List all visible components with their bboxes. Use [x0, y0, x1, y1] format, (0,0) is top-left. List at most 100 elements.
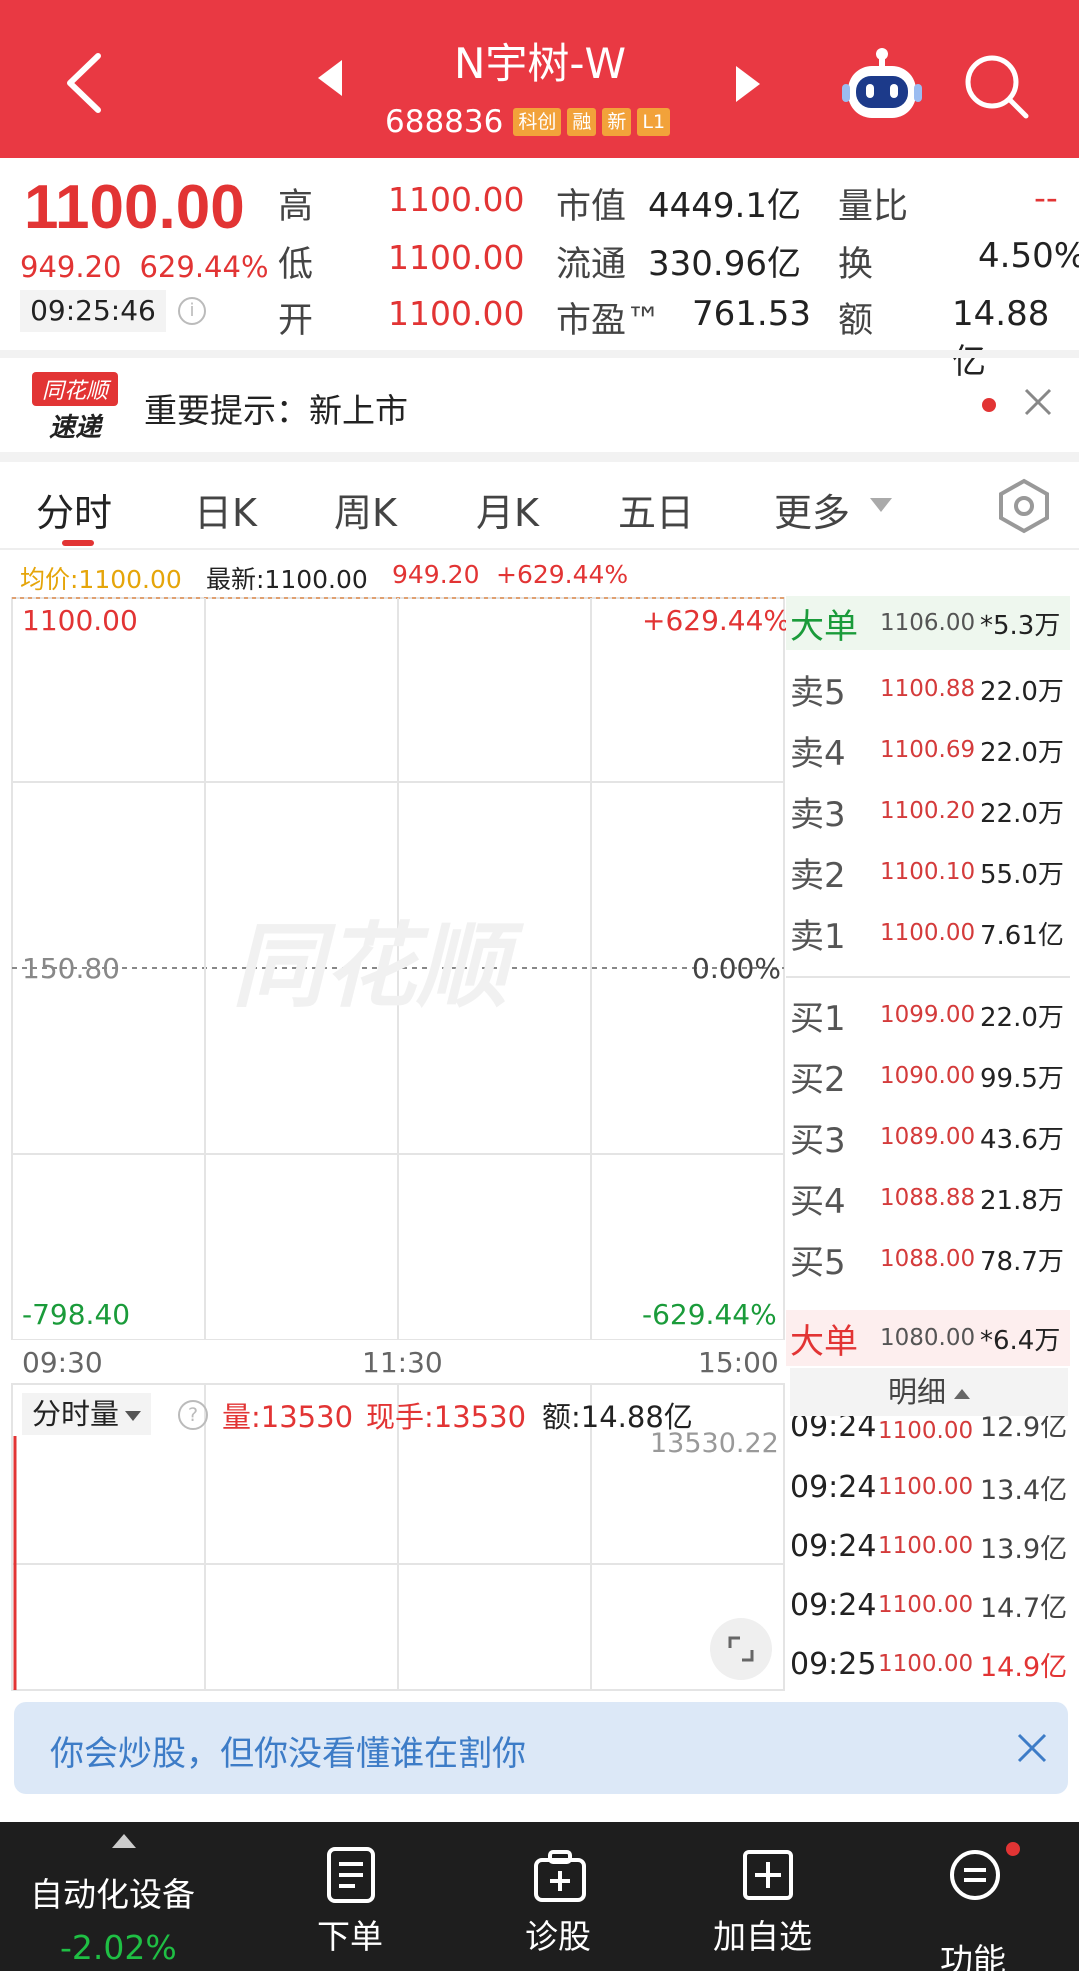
expand-up-icon[interactable] — [112, 1834, 136, 1848]
ask-label: 卖5 — [790, 672, 846, 713]
bid-vol: 78.7万 — [980, 1246, 1064, 1277]
y-right-tick-mid: 0.00% — [692, 952, 781, 985]
big-order-vol: *6.4万 — [980, 1325, 1061, 1356]
diagnose-briefcase-icon — [534, 1850, 586, 1902]
bid-row-2[interactable]: 买2 1090.00 99.5万 — [790, 1049, 1070, 1103]
expand-icon[interactable] — [710, 1618, 772, 1680]
tick-row[interactable]: 09:25 1100.00 14.9亿 — [790, 1635, 1070, 1693]
big-order-label: 大单 — [790, 1321, 858, 1362]
ai-robot-icon[interactable] — [842, 46, 922, 122]
ask-label: 卖2 — [790, 855, 846, 896]
quote-time: 09:25:46 — [20, 290, 166, 332]
tick-row[interactable]: 09:24 1100.00 13.4亿 — [790, 1458, 1070, 1516]
bid-row-5[interactable]: 买5 1088.00 78.7万 — [790, 1232, 1070, 1286]
ask-row-3[interactable]: 卖3 1100.20 22.0万 — [790, 784, 1070, 838]
current-price: 1100.00 — [24, 173, 245, 242]
info-icon[interactable]: i — [178, 297, 206, 325]
tab-daily-k[interactable]: 日K — [194, 482, 257, 537]
tab-five-day[interactable]: 五日 — [618, 482, 694, 537]
add-square-icon — [743, 1850, 793, 1900]
stock-code-row: 688836 科创 融 新 L1 — [385, 102, 671, 142]
big-order-price: 1080.00 — [880, 1325, 976, 1351]
stock-title: N宇树-W — [453, 39, 627, 88]
sector-name[interactable]: 自动化设备 — [30, 1868, 195, 1916]
promo-text[interactable]: 你会炒股，但你没看懂谁在割你 — [50, 1726, 526, 1775]
tick-amount: 14.9亿 — [980, 1651, 1068, 1683]
tab-more[interactable]: 更多 — [774, 482, 850, 537]
label-float-cap: 流通 — [556, 245, 627, 285]
tick-price: 1100.00 — [878, 1651, 974, 1677]
volume-indicator-dropdown[interactable]: 分时量 — [22, 1393, 152, 1435]
tick-price: 1100.00 — [878, 1533, 974, 1559]
tab-divider — [0, 548, 1079, 550]
ask-row-1[interactable]: 卖1 1100.00 7.61亿 — [790, 906, 1070, 960]
bid-label: 买1 — [790, 998, 846, 1039]
bid-price: 1088.88 — [880, 1185, 976, 1211]
bottom-toolbar: 自动化设备 -2.02% 下单 诊股 加自选 功能 — [0, 1822, 1079, 1971]
diagnose-button[interactable]: 诊股 — [508, 1822, 612, 1971]
ask-row-5[interactable]: 卖5 1100.88 22.0万 — [790, 662, 1070, 716]
ask-label: 卖3 — [790, 794, 846, 835]
section-divider — [0, 452, 1079, 462]
label-pe-ttm: 市盈™ — [556, 301, 662, 341]
big-order-price: 1106.00 — [880, 610, 976, 636]
bid-vol: 21.8万 — [980, 1185, 1064, 1216]
big-order-top[interactable]: 大单 1106.00 *5.3万 — [790, 596, 1070, 650]
search-icon[interactable] — [962, 52, 1032, 122]
bid-price: 1099.00 — [880, 1002, 976, 1028]
details-header[interactable]: 明细 — [790, 1368, 1068, 1416]
y-tick-bottom: -798.40 — [22, 1298, 131, 1331]
next-stock-arrow-icon[interactable] — [736, 66, 760, 102]
tag-new: 新 — [602, 108, 632, 136]
bid-price: 1089.00 — [880, 1124, 976, 1150]
price-change-row: 949.20 629.44% — [20, 250, 269, 284]
bid-price: 1088.00 — [880, 1246, 976, 1272]
price-change: 949.20 — [20, 250, 122, 284]
big-order-bottom[interactable]: 大单 1080.00 *6.4万 — [790, 1311, 1070, 1365]
tab-intraday[interactable]: 分时 — [36, 482, 112, 537]
tick-row[interactable]: 09:24 1100.00 13.9亿 — [790, 1517, 1070, 1575]
bid-row-1[interactable]: 买1 1099.00 22.0万 — [790, 988, 1070, 1042]
value-market-cap: 4449.1亿 — [648, 186, 801, 226]
close-icon[interactable] — [1022, 386, 1054, 418]
big-order-vol: *5.3万 — [980, 610, 1061, 641]
ask-vol: 7.61亿 — [980, 920, 1064, 951]
unread-dot — [982, 398, 996, 412]
y-right-tick-bottom: -629.44% — [642, 1298, 777, 1331]
bid-label: 买3 — [790, 1120, 846, 1161]
promo-banner[interactable]: 你会炒股，但你没看懂谁在割你 — [14, 1702, 1068, 1794]
tick-row[interactable]: 09:24 1100.00 14.7亿 — [790, 1576, 1070, 1634]
ask-row-4[interactable]: 卖4 1100.69 22.0万 — [790, 723, 1070, 777]
settings-hexagon-icon[interactable] — [998, 478, 1050, 534]
label-market-cap: 市值 — [556, 187, 627, 227]
brand-line-2: 速递 — [49, 413, 104, 442]
sector-change-pct: -2.02% — [60, 1928, 177, 1967]
notice-text[interactable]: 重要提示：新上市 — [144, 384, 408, 432]
ask-vol: 55.0万 — [980, 859, 1064, 890]
order-label: 下单 — [317, 1917, 383, 1956]
legend-change-pct: +629.44% — [496, 560, 629, 589]
prev-stock-arrow-icon[interactable] — [318, 60, 342, 96]
label-low: 低 — [278, 245, 314, 285]
active-tab-indicator — [62, 540, 94, 546]
ask-row-2[interactable]: 卖2 1100.10 55.0万 — [790, 845, 1070, 899]
help-icon[interactable]: ? — [178, 1400, 208, 1430]
close-icon[interactable] — [1014, 1730, 1050, 1766]
price-change-pct: 629.44% — [139, 250, 269, 284]
back-icon[interactable] — [58, 48, 114, 118]
ask-vol: 22.0万 — [980, 798, 1064, 829]
brand-news-logo[interactable]: 同花顺 速递 — [32, 372, 118, 442]
x-tick-noon: 11:30 — [362, 1346, 443, 1379]
chevron-down-icon[interactable] — [870, 498, 892, 512]
label-turnover: 换 — [838, 245, 874, 285]
bid-row-3[interactable]: 买3 1089.00 43.6万 — [790, 1110, 1070, 1164]
tick-amount: 14.7亿 — [980, 1592, 1068, 1624]
add-watchlist-button[interactable]: 加自选 — [700, 1822, 836, 1971]
value-float-cap: 330.96亿 — [648, 244, 801, 284]
bid-row-4[interactable]: 买4 1088.88 21.8万 — [790, 1171, 1070, 1225]
tab-weekly-k[interactable]: 周K — [334, 482, 397, 537]
tab-monthly-k[interactable]: 月K — [476, 482, 539, 537]
order-button[interactable]: 下单 — [300, 1822, 404, 1971]
section-divider — [0, 350, 1079, 358]
ask-price: 1100.88 — [880, 676, 976, 702]
